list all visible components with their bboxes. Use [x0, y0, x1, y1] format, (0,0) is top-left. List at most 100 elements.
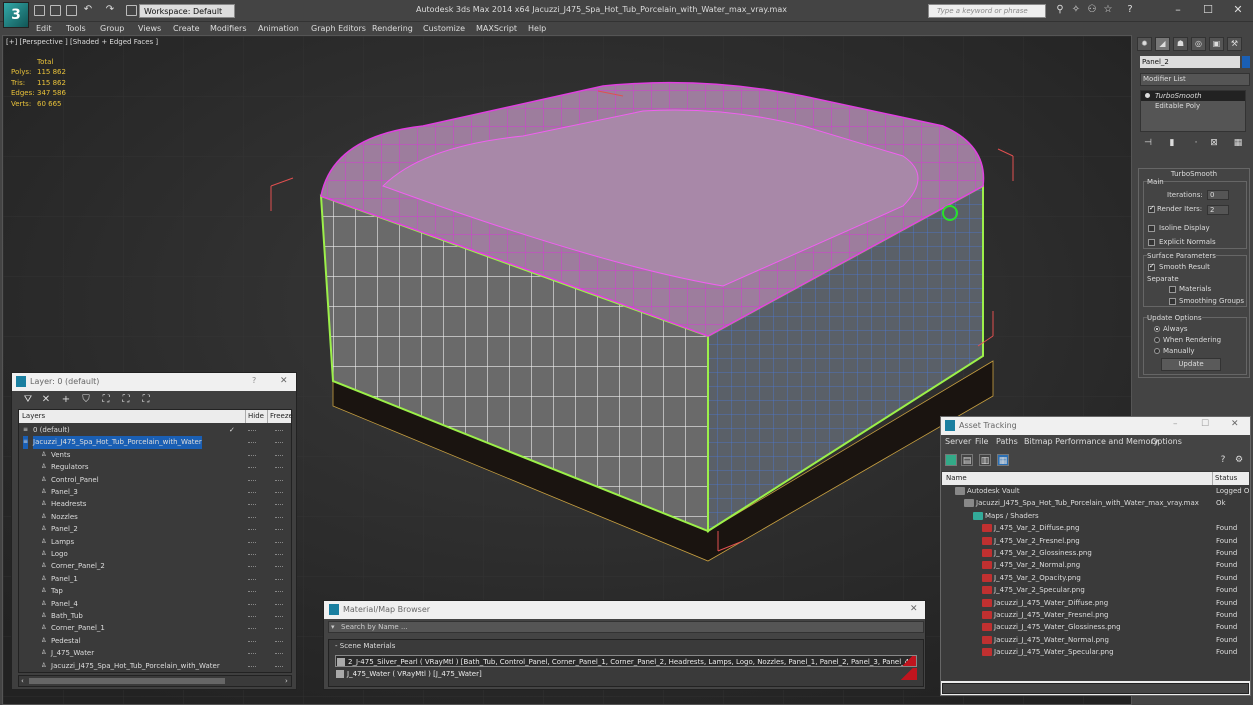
when-rendering-radio[interactable]	[1154, 337, 1160, 343]
asset-row[interactable]: Autodesk Vault Logged O	[942, 485, 1249, 497]
asset-row[interactable]: Jacuzzi_J_475_Water_Normal.png Found	[942, 634, 1249, 646]
layer-dialog-titlebar[interactable]: Layer: 0 (default) ? ✕	[12, 373, 296, 391]
layer-row[interactable]: ♙ Vents	[19, 449, 291, 461]
select-highlighted-icon[interactable]: ⛶	[100, 394, 112, 406]
pin-stack-icon[interactable]: ⊣	[1142, 137, 1154, 149]
isoline-checkbox[interactable]	[1148, 225, 1155, 232]
hide-toggle[interactable]	[248, 640, 256, 642]
material-browser-titlebar[interactable]: Material/Map Browser ✕	[324, 601, 925, 619]
highlight-selected-icon[interactable]: ⛶	[120, 394, 132, 406]
help-icon[interactable]: ?	[1217, 454, 1229, 466]
hide-toggle[interactable]	[248, 566, 256, 568]
modifier-list-dropdown[interactable]: Modifier List	[1140, 73, 1250, 86]
freeze-toggle[interactable]	[275, 628, 283, 630]
close-icon[interactable]: ✕	[1231, 419, 1239, 429]
stack-item-editable-poly[interactable]: Editable Poly	[1141, 101, 1245, 111]
binoculars-icon[interactable]: ⚲	[1054, 4, 1066, 16]
material-row[interactable]: J_475_Water ( VRayMtl ) [J_475_Water]	[335, 668, 917, 680]
freeze-toggle[interactable]	[275, 467, 283, 469]
asset-row[interactable]: Jacuzzi_J475_Spa_Hot_Tub_Porcelain_with_…	[942, 497, 1249, 509]
display-tab-icon[interactable]: ▣	[1209, 37, 1224, 51]
always-radio[interactable]	[1154, 326, 1160, 332]
freeze-toggle[interactable]	[275, 504, 283, 506]
asset-row[interactable]: J_475_Var_2_Diffuse.png Found	[942, 522, 1249, 534]
hide-toggle[interactable]	[248, 479, 256, 481]
menu-tools[interactable]: Tools	[66, 22, 86, 35]
layer-row[interactable]: ♙ Panel_2	[19, 523, 291, 535]
open-file-icon[interactable]	[50, 5, 61, 16]
asset-row[interactable]: Jacuzzi_J_475_Water_Fresnel.png Found	[942, 609, 1249, 621]
create-tab-icon[interactable]: ✹	[1137, 37, 1152, 51]
hide-toggle[interactable]	[248, 603, 256, 605]
communication-icon[interactable]: ⚇	[1086, 4, 1098, 16]
layer-row[interactable]: ♙ Pedestal	[19, 635, 291, 647]
viewport-label[interactable]: [+] [Perspective ] [Shaded + Edged Faces…	[6, 38, 158, 46]
save-file-icon[interactable]	[66, 5, 77, 16]
menu-rendering[interactable]: Rendering	[372, 22, 413, 35]
layer-row[interactable]: ♙ Regulators	[19, 461, 291, 473]
app-logo-icon[interactable]: 3	[3, 2, 29, 28]
utilities-tab-icon[interactable]: ⚒	[1227, 37, 1242, 51]
asset-row[interactable]: Maps / Shaders	[942, 510, 1249, 522]
col-layers[interactable]: Layers	[22, 410, 45, 423]
minimize-icon[interactable]: –	[1163, 0, 1193, 20]
hide-toggle[interactable]	[248, 492, 256, 493]
undo-icon[interactable]: ↶	[82, 4, 94, 16]
col-hide[interactable]: Hide	[248, 410, 264, 423]
layer-row[interactable]: ≡ Jacuzzi_J475_Spa_Hot_Tub_Porcelain_with…	[19, 436, 291, 449]
hide-toggle[interactable]	[248, 467, 256, 469]
freeze-toggle[interactable]	[275, 566, 283, 568]
new-file-icon[interactable]	[34, 5, 45, 16]
freeze-toggle[interactable]	[275, 578, 283, 580]
scroll-left-icon[interactable]: ‹	[21, 677, 24, 685]
settings-icon[interactable]: ⚙	[1233, 454, 1245, 466]
close-icon[interactable]: ✕	[910, 604, 918, 614]
render-iters-spinner[interactable]: 2	[1207, 205, 1229, 215]
freeze-toggle[interactable]	[275, 653, 283, 655]
configure-sets-icon[interactable]: ▦	[1232, 137, 1244, 149]
workspace-dropdown[interactable]: Workspace: Default	[139, 4, 235, 18]
asset-tracking-titlebar[interactable]: Asset Tracking – ☐ ✕	[941, 417, 1250, 435]
material-search-input[interactable]: ▾ Search by Name ...	[328, 621, 924, 633]
menu-views[interactable]: Views	[138, 22, 161, 35]
asset-row[interactable]: J_475_Var_2_Glossiness.png Found	[942, 547, 1249, 559]
bulb-icon[interactable]	[1145, 93, 1150, 98]
freeze-toggle[interactable]	[275, 640, 283, 642]
current-layer-check-icon[interactable]: ✓	[229, 424, 235, 436]
asset-row[interactable]: J_475_Var_2_Normal.png Found	[942, 559, 1249, 571]
object-color-swatch[interactable]	[1242, 56, 1250, 68]
subscription-icon[interactable]: ✧	[1070, 4, 1082, 16]
detail-view-icon[interactable]: ▥	[979, 454, 991, 466]
refresh-icon[interactable]	[945, 454, 957, 466]
freeze-toggle[interactable]	[275, 591, 283, 593]
manually-radio[interactable]	[1154, 348, 1160, 354]
layer-horizontal-scrollbar[interactable]: ‹ ›	[18, 675, 292, 687]
hierarchy-tab-icon[interactable]: ☗	[1173, 37, 1188, 51]
menu-file[interactable]: File	[975, 435, 988, 448]
motion-tab-icon[interactable]: ◎	[1191, 37, 1206, 51]
hide-toggle[interactable]	[248, 616, 256, 617]
modifier-stack[interactable]: TurboSmooth Editable Poly	[1140, 90, 1246, 132]
layer-row[interactable]: ♙ J_475_Water	[19, 647, 291, 659]
hide-toggle[interactable]	[248, 516, 256, 518]
table-view-icon[interactable]: ▦	[997, 454, 1009, 466]
col-status[interactable]: Status	[1215, 472, 1237, 485]
object-name-field[interactable]: Panel_2	[1140, 56, 1240, 68]
layer-row[interactable]: ♙ Corner_Panel_2	[19, 560, 291, 572]
freeze-toggle[interactable]	[275, 479, 283, 481]
layer-row[interactable]: ♙ Nozzles	[19, 511, 291, 523]
freeze-toggle[interactable]	[275, 442, 283, 444]
asset-row[interactable]: J_475_Var_2_Specular.png Found	[942, 584, 1249, 596]
close-icon[interactable]: ✕	[1223, 0, 1253, 20]
layer-row[interactable]: ♙ Tap	[19, 585, 291, 597]
asset-row[interactable]: Jacuzzi_J_475_Water_Glossiness.png Found	[942, 621, 1249, 633]
layer-row[interactable]: ♙ Jacuzzi_J475_Spa_Hot_Tub_Porcelain_with…	[19, 660, 291, 672]
freeze-toggle[interactable]	[275, 616, 283, 617]
layer-row[interactable]: ≡ 0 (default) ✓	[19, 424, 291, 436]
minimize-icon[interactable]: –	[1173, 419, 1178, 429]
hide-toggle[interactable]	[248, 504, 256, 506]
smoothing-groups-checkbox[interactable]	[1169, 298, 1176, 305]
menu-customize[interactable]: Customize	[423, 22, 465, 35]
freeze-toggle[interactable]	[275, 665, 283, 667]
hide-toggle[interactable]	[248, 541, 256, 543]
